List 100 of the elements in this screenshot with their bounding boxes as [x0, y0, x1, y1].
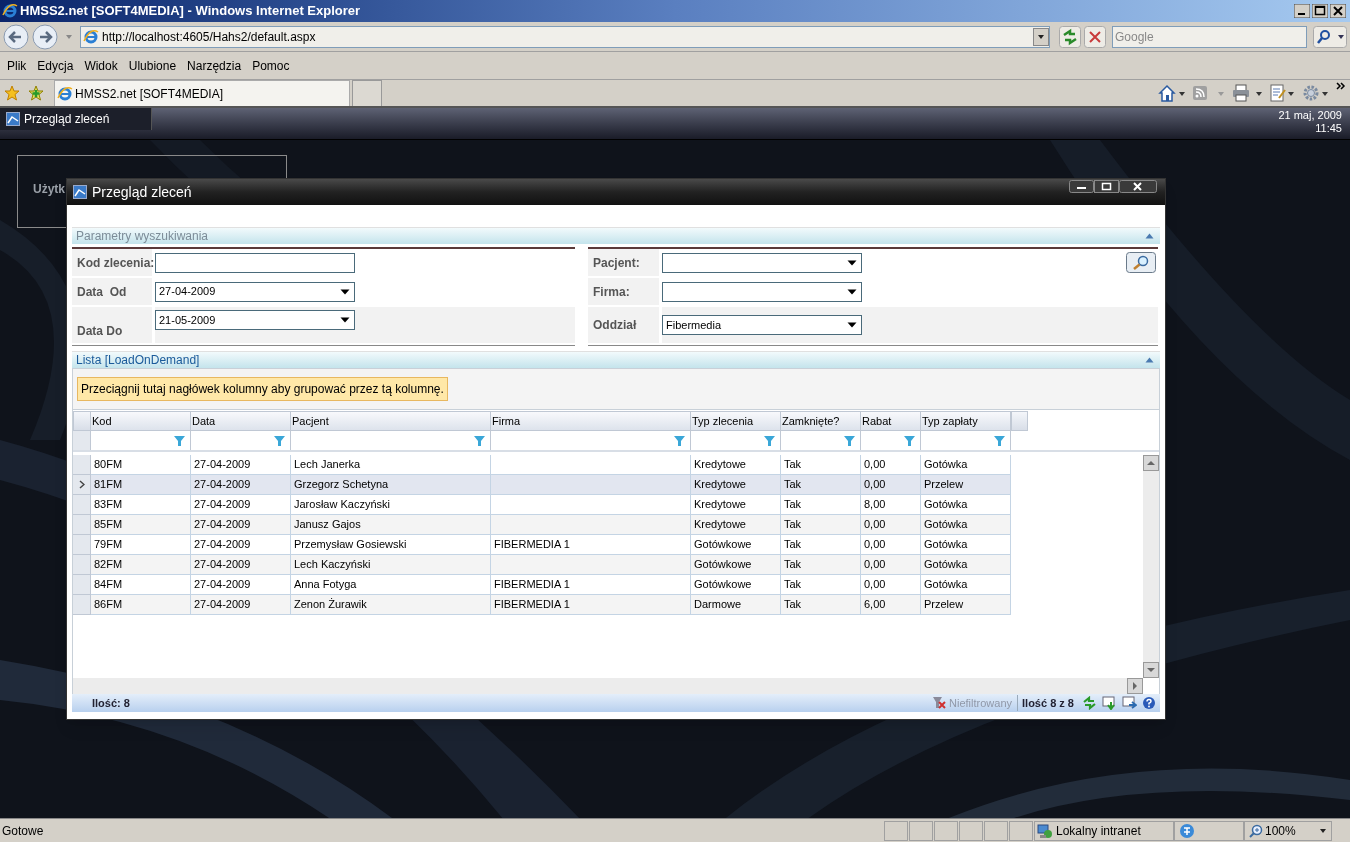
menu-item[interactable]: Plik: [2, 54, 32, 77]
menu-item[interactable]: Ulubione: [123, 54, 182, 77]
table-cell: Gotówka: [921, 535, 1011, 555]
print-icon[interactable]: [1232, 84, 1264, 102]
protected-mode-pane[interactable]: [1174, 820, 1244, 841]
refresh-icon[interactable]: [1082, 696, 1097, 710]
column-header[interactable]: Data: [191, 411, 291, 431]
scroll-right-icon[interactable]: [1127, 678, 1143, 694]
table-cell: Lech Kaczyński: [291, 555, 491, 575]
dropdown-field[interactable]: [662, 252, 862, 273]
column-header[interactable]: Zamknięte?: [781, 411, 861, 431]
filter-icon[interactable]: [993, 434, 1006, 447]
feeds-icon[interactable]: [1192, 84, 1226, 102]
window-title: HMSS2.net [SOFT4MEDIA] - Windows Internet Explorer: [20, 2, 361, 21]
table-cell: Kredytowe: [691, 495, 781, 515]
taskbar-item[interactable]: Przegląd zleceń: [0, 108, 152, 130]
minimize-icon[interactable]: [1069, 180, 1094, 193]
filter-icon[interactable]: [763, 434, 776, 447]
search-icon[interactable]: [1313, 25, 1347, 48]
filter-icon[interactable]: [903, 434, 916, 447]
table-cell: Gotówka: [921, 515, 1011, 535]
column-header[interactable]: Rabat: [861, 411, 921, 431]
home-icon[interactable]: [1158, 84, 1186, 102]
scroll-up-icon[interactable]: [1143, 455, 1159, 471]
table-cell: Zenon Żurawik: [291, 595, 491, 615]
filter-icon[interactable]: [173, 434, 186, 447]
close-icon[interactable]: [1119, 180, 1157, 193]
dropdown-button[interactable]: [1033, 27, 1049, 46]
status-pane: [959, 820, 983, 841]
table-cell: Grzegorz Schetyna: [291, 475, 491, 495]
time-text: 11:45: [1315, 122, 1342, 135]
table-cell: Tak: [781, 515, 861, 535]
table-cell: Gotówkowe: [691, 555, 781, 575]
column-header[interactable]: Typ zapłaty: [921, 411, 1011, 431]
star-icon[interactable]: [4, 85, 20, 101]
page-menu-icon[interactable]: [1270, 84, 1296, 102]
filter-status: Niefiltrowany: [949, 695, 1012, 711]
search-icon[interactable]: [1126, 252, 1156, 273]
dropdown-field[interactable]: Fibermedia: [662, 315, 862, 335]
table-cell: Gotówka: [921, 575, 1011, 595]
address-text: http://localhost:4605/Hahs2/default.aspx: [102, 28, 316, 46]
dropdown-field[interactable]: 21-05-2009: [155, 310, 355, 330]
collapse-icon[interactable]: [1145, 233, 1154, 239]
table-cell: 27-04-2009: [191, 555, 291, 575]
help-icon[interactable]: [1142, 696, 1156, 710]
field-label: Oddział: [593, 317, 637, 334]
search-field[interactable]: Google: [1112, 25, 1307, 48]
menu-item[interactable]: Narzędzia: [182, 54, 247, 77]
filter-icon[interactable]: [473, 434, 486, 447]
menu-item[interactable]: Edycja: [32, 54, 79, 77]
column-header[interactable]: Kod: [91, 411, 191, 431]
table-cell: Darmowe: [691, 595, 781, 615]
collapse-icon[interactable]: [1145, 357, 1154, 363]
back-icon[interactable]: [3, 23, 29, 50]
filter-icon[interactable]: [273, 434, 286, 447]
browser-tab[interactable]: HMSS2.net [SOFT4MEDIA]: [54, 80, 350, 106]
table-cell: 0,00: [861, 535, 921, 555]
column-header[interactable]: Pacjent: [291, 411, 491, 431]
maximize-icon[interactable]: [1312, 4, 1328, 18]
zoom-text: 100%: [1265, 822, 1296, 840]
menu-item[interactable]: Widok: [79, 54, 123, 77]
add-favorite-icon[interactable]: [28, 85, 44, 101]
dropdown-field[interactable]: [662, 281, 862, 302]
maximize-icon[interactable]: [1094, 180, 1119, 193]
section-title: Lista [LoadOnDemand]: [76, 352, 200, 369]
forward-icon[interactable]: [32, 23, 58, 50]
table-cell: 80FM: [91, 455, 191, 475]
minimize-icon[interactable]: [1294, 4, 1310, 18]
menu-item[interactable]: Pomoc: [247, 54, 295, 77]
input-field[interactable]: [155, 252, 355, 273]
table-cell: FIBERMEDIA 1: [491, 595, 691, 615]
export-icon[interactable]: [1122, 696, 1137, 710]
network-icon: [1037, 822, 1053, 839]
filter-icon[interactable]: [673, 434, 686, 447]
address-field[interactable]: http://localhost:4605/Hahs2/default.aspx: [80, 25, 1050, 48]
zoom-control[interactable]: 100%: [1244, 820, 1332, 841]
caret-icon[interactable]: [65, 33, 73, 40]
new-tab-button[interactable]: [352, 80, 382, 106]
export-icon[interactable]: [1102, 696, 1117, 710]
dropdown-field[interactable]: 27-04-2009: [155, 281, 355, 302]
scroll-down-icon[interactable]: [1143, 662, 1159, 678]
section-header[interactable]: Lista [LoadOnDemand]: [72, 351, 1160, 368]
stop-icon[interactable]: [1084, 25, 1106, 48]
refresh-icon[interactable]: [1059, 25, 1081, 48]
table-cell: FIBERMEDIA 1: [491, 535, 691, 555]
chevrons-icon[interactable]: [1336, 82, 1346, 90]
field-label: Data Do: [77, 323, 123, 340]
zone-pane[interactable]: Lokalny intranet: [1034, 820, 1174, 841]
paging-text: Ilość 8 z 8: [1017, 694, 1074, 712]
settings-icon[interactable]: [1302, 84, 1330, 102]
clear-filter-icon[interactable]: [932, 696, 947, 710]
table-cell: Przemysław Gosiewski: [291, 535, 491, 555]
horizontal-scrollbar[interactable]: [73, 678, 1143, 694]
filter-icon[interactable]: [843, 434, 856, 447]
table-cell: 6,00: [861, 595, 921, 615]
vertical-scrollbar[interactable]: [1143, 455, 1159, 678]
column-header[interactable]: Firma: [491, 411, 691, 431]
close-icon[interactable]: [1330, 4, 1346, 18]
column-header[interactable]: Typ zlecenia: [691, 411, 781, 431]
table-cell: Gotówkowe: [691, 535, 781, 555]
